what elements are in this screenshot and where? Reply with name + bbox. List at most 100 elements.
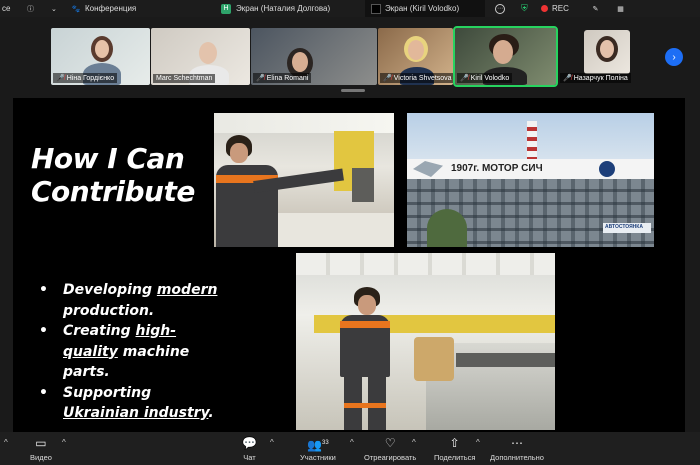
participants-options-caret[interactable]: ^ — [350, 438, 354, 447]
slide-title-line1: How I Can — [31, 142, 185, 175]
participant-face — [95, 40, 109, 58]
more-button[interactable]: ⋯ — [485, 0, 515, 17]
bullet-item: Supporting Ukrainian industry. — [39, 383, 229, 424]
bullet-text: Supporting — [63, 384, 152, 401]
more-options-button[interactable]: ⋯ Дополнительно — [490, 436, 544, 462]
shield-icon: ⛨ — [521, 3, 528, 13]
photo-ceiling — [296, 253, 555, 275]
info-icon: ⓘ — [27, 5, 34, 13]
mic-muted-icon: 🎤̸ — [56, 75, 65, 82]
annotate-button[interactable]: ✎ — [585, 0, 610, 17]
video-button[interactable]: ▭ Видео — [30, 436, 52, 462]
participant-tile[interactable]: 🎤̸ Назарчук Поліна — [558, 28, 658, 85]
participants-label: Участники — [300, 453, 336, 462]
participants-button[interactable]: 👥33 Участники — [300, 436, 336, 462]
recording-indicator[interactable]: REC — [535, 0, 585, 17]
slide-title: How I Can Contribute — [31, 142, 195, 208]
share-screen-icon: ⇧ — [449, 436, 460, 450]
participant-name: 🎤̸ Kiril Volodko — [457, 73, 513, 83]
more-options-label: Дополнительно — [490, 453, 544, 462]
participant-tile[interactable]: 🎤̸ Elina Romani — [251, 28, 377, 85]
layout-button[interactable]: ▦ — [610, 0, 635, 17]
chat-bubble-icon: 💬 — [242, 436, 257, 450]
record-dot-icon — [541, 5, 548, 12]
share-button[interactable]: ⇧ Поделиться — [434, 436, 475, 462]
chevron-up-icon: ^ — [4, 438, 8, 447]
photo-ceiling — [214, 113, 394, 133]
resize-handle[interactable] — [341, 89, 365, 92]
mic-muted-icon: 🎤̸ — [383, 75, 392, 82]
participant-face — [199, 42, 217, 64]
tab-conference[interactable]: 🐾 Конференция — [65, 0, 215, 17]
chevron-down-icon: ⌄ — [51, 5, 57, 13]
chat-button[interactable]: 💬 Чат — [242, 436, 257, 462]
participant-tile[interactable]: 🎤̸ Victoria Shvetsova — [378, 28, 453, 85]
slide-photo-worker-lathe — [296, 253, 555, 430]
heart-icon: ♡ — [384, 436, 396, 450]
shared-screen[interactable]: How I Can Contribute Developing modern p… — [13, 98, 685, 432]
participant-name: Marc Schechtman — [153, 74, 216, 83]
bullet-item: Developing modern production. — [39, 280, 229, 321]
slide-bullet-list: Developing modern production. Creating h… — [39, 280, 229, 424]
paw-icon: 🐾 — [71, 5, 81, 13]
bullet-text: Creating — [63, 323, 136, 339]
more-dots-icon: ⋯ — [510, 436, 523, 450]
pencil-icon: ✎ — [592, 5, 599, 13]
photo-lathe-rail — [456, 353, 555, 367]
participant-name-text: Назарчук Поліна — [573, 74, 628, 82]
react-button[interactable]: ♡ Отреагировать — [364, 436, 416, 462]
mic-muted-icon: 🎤̸ — [563, 75, 572, 82]
photo-lathe — [274, 213, 394, 247]
participant-face — [493, 40, 513, 64]
participant-name: 🎤̸ Elina Romani — [253, 73, 312, 83]
screen-badge-icon: H — [221, 3, 231, 14]
grid-icon: ▦ — [617, 5, 624, 13]
participant-face — [600, 40, 614, 58]
truncated-title-text: ce — [2, 4, 11, 13]
photo-logo-emblem — [597, 159, 617, 179]
bullet-text: . — [208, 405, 214, 421]
photo-orange-knee-stripe — [344, 403, 386, 408]
share-options-caret[interactable]: ^ — [476, 438, 480, 447]
bullet-underlined: modern — [156, 282, 218, 298]
security-button[interactable]: ⛨ — [515, 0, 535, 17]
photo-face — [230, 143, 248, 163]
participant-tile[interactable]: 🎤̸ Ніна Гордієнко — [51, 28, 150, 85]
tab-screen-dolgova[interactable]: H Экран (Наталия Долгова) — [215, 0, 365, 17]
photo-machine — [352, 168, 374, 202]
participant-name: 🎤̸ Ніна Гордієнко — [53, 73, 118, 83]
mic-muted-icon: 🎤̸ — [256, 75, 265, 82]
participant-tile[interactable]: Marc Schechtman — [151, 28, 250, 85]
info-button[interactable]: ⓘ — [20, 0, 45, 17]
mic-muted-icon: 🎤̸ — [460, 75, 469, 82]
audio-options-caret[interactable]: ^ — [4, 438, 8, 447]
bullet-text: Developing — [63, 282, 157, 298]
video-camera-icon: ▭ — [35, 436, 47, 450]
share-label: Поделиться — [434, 453, 476, 462]
chat-options-caret[interactable]: ^ — [270, 438, 274, 447]
screen-icon — [371, 3, 381, 14]
video-options-caret[interactable]: ^ — [62, 438, 66, 447]
slide-photo-factory-building: 1907г. МОТОР СИЧ АВТОСТОЯНКА — [407, 113, 654, 247]
chevron-up-icon: ^ — [62, 438, 66, 447]
tab-screen-volodko-label: Экран (Kiril Volodko) — [385, 4, 460, 13]
tab-screen-volodko[interactable]: Экран (Kiril Volodko) — [365, 0, 485, 17]
bullet-text: production. — [63, 302, 155, 319]
participant-name: 🎤̸ Victoria Shvetsova — [380, 73, 453, 83]
participant-tile-active-speaker[interactable]: 🎤̸ Kiril Volodko — [453, 26, 558, 87]
participant-name-text: Victoria Shvetsova — [393, 74, 452, 82]
react-options-caret[interactable]: ^ — [412, 438, 416, 447]
next-page-button[interactable]: › — [665, 48, 683, 66]
participant-name-text: Marc Schechtman — [156, 75, 213, 82]
chevron-up-icon: ^ — [476, 438, 480, 447]
tab-conference-label: Конференция — [85, 4, 137, 13]
chevron-up-icon: ^ — [412, 438, 416, 447]
photo-sign-text: 1907г. МОТОР СИЧ — [451, 163, 543, 174]
chevron-right-icon: › — [672, 51, 676, 63]
menu-chevron[interactable]: ⌄ — [45, 0, 65, 17]
participant-face — [292, 52, 308, 72]
photo-orange-stripe — [340, 321, 390, 328]
participants-count: 33 — [322, 440, 329, 446]
more-icon: ⋯ — [495, 3, 505, 14]
participant-name-text: Kiril Volodko — [470, 74, 510, 82]
